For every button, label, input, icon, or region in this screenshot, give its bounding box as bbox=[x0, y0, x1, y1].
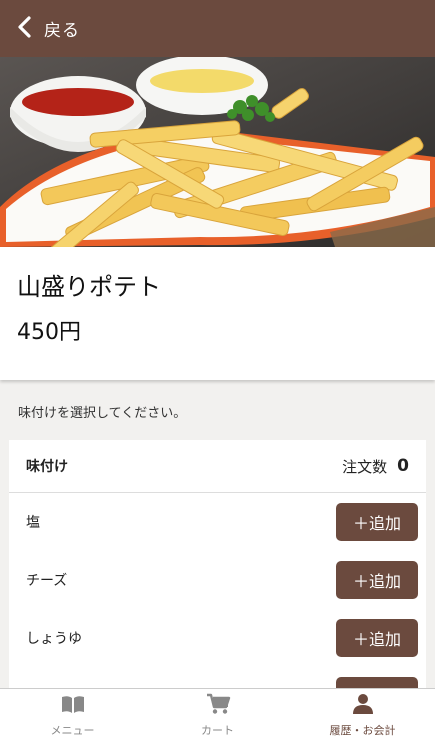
option-row-cheese: チーズ ＋追加 bbox=[9, 551, 426, 609]
back-label: 戻る bbox=[44, 21, 80, 41]
order-count: 注文数 0 bbox=[342, 456, 409, 477]
back-button[interactable]: 戻る bbox=[0, 15, 80, 42]
option-row-salt: 塩 ＋追加 bbox=[9, 493, 426, 551]
options-header: 味付け 注文数 0 bbox=[9, 440, 426, 493]
option-row-soy-sauce: しょうゆ ＋追加 bbox=[9, 609, 426, 667]
add-salt-button[interactable]: ＋追加 bbox=[336, 503, 418, 541]
chevron-left-icon bbox=[16, 15, 34, 42]
cart-icon bbox=[205, 693, 231, 719]
add-soy-sauce-button[interactable]: ＋追加 bbox=[336, 619, 418, 657]
product-image bbox=[0, 57, 435, 247]
add-cheese-button[interactable]: ＋追加 bbox=[336, 561, 418, 599]
option-label: 塩 bbox=[26, 515, 40, 531]
option-label: しょうゆ bbox=[26, 631, 82, 647]
order-count-label: 注文数 bbox=[342, 457, 388, 476]
order-count-value: 0 bbox=[397, 456, 409, 476]
tab-history-checkout[interactable]: 履歴・お会計 bbox=[290, 689, 435, 741]
instruction-text: 味付けを選択してください。 bbox=[18, 406, 187, 421]
tab-label: 履歴・お会計 bbox=[329, 723, 396, 737]
tab-cart[interactable]: カート bbox=[145, 689, 290, 741]
option-label: チーズ bbox=[26, 573, 68, 589]
bottom-tab-bar: メニュー カート 履歴・お会計 bbox=[0, 688, 435, 741]
product-name: 山盛りポテト bbox=[17, 273, 161, 301]
tab-label: カート bbox=[201, 723, 234, 737]
book-icon bbox=[60, 693, 86, 719]
product-info: 山盛りポテト 450円 bbox=[0, 247, 435, 380]
product-price: 450円 bbox=[17, 320, 81, 345]
tab-menu[interactable]: メニュー bbox=[0, 689, 145, 741]
header-bar: 戻る bbox=[0, 0, 435, 57]
tab-label: メニュー bbox=[50, 723, 95, 737]
seasoning-column-label: 味付け bbox=[26, 459, 68, 475]
user-icon bbox=[350, 693, 376, 719]
